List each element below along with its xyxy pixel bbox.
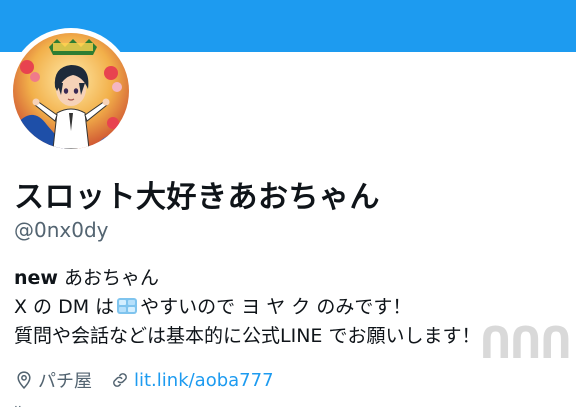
- profile-handle: @0nx0dy: [14, 218, 109, 242]
- profile-meta: パチ屋 lit.link/aoba777: [14, 366, 292, 394]
- location-pin-icon: [17, 371, 31, 389]
- profile-page: スロット大好きあおちゃん @0nx0dy new あおちゃん X の DM は や…: [0, 0, 576, 407]
- profile-avatar[interactable]: [8, 28, 134, 154]
- bio-line-1-text: あおちゃん: [57, 267, 160, 289]
- profile-location: パチ屋: [14, 367, 92, 393]
- website-link[interactable]: lit.link/aoba777: [134, 370, 274, 391]
- bio-new-tag: new: [14, 267, 58, 289]
- link-icon: [113, 373, 127, 387]
- profile-website[interactable]: lit.link/aoba777: [110, 370, 274, 391]
- ice-cube-icon: [117, 298, 138, 314]
- location-text: パチ屋: [38, 371, 92, 392]
- bio-line-2-after: やすいので ヨ ヤ ク のみです！: [140, 296, 412, 318]
- watermark-logo: ՈՈՈ: [479, 318, 572, 369]
- bio-line-2-before: X の DM は: [14, 296, 115, 318]
- avatar-illustration: [13, 33, 129, 149]
- truncated-row: ··: [14, 400, 22, 407]
- bio-line-1: new あおちゃん: [14, 264, 564, 293]
- profile-display-name: スロット大好きあおちゃん: [14, 180, 380, 215]
